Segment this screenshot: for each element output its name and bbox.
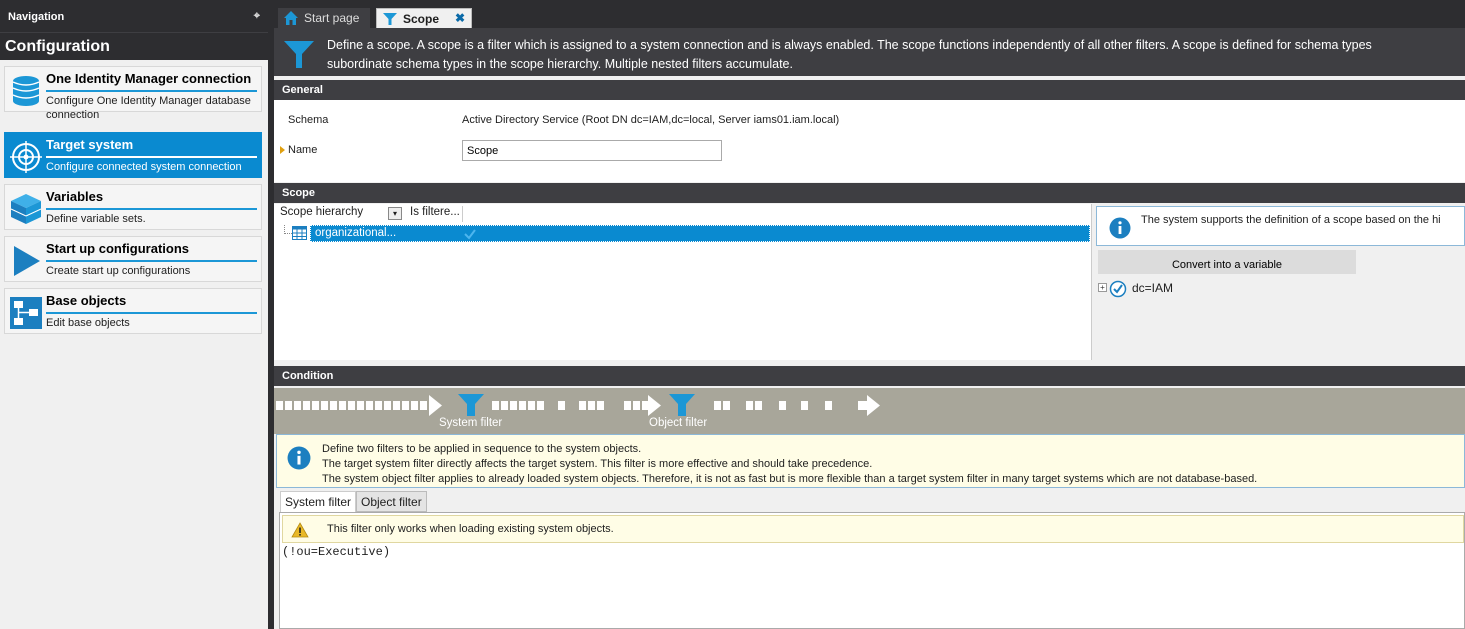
- nav-item-base-objects[interactable]: Base objects Edit base objects: [4, 288, 262, 334]
- nav-item-target-system[interactable]: Target system Configure connected system…: [4, 132, 262, 178]
- warning-box: This filter only works when loading exis…: [282, 515, 1464, 543]
- tab-system-filter[interactable]: System filter: [280, 491, 357, 512]
- nav-item-variables[interactable]: Variables Define variable sets.: [4, 184, 262, 230]
- condition-info-line: The target system filter directly affect…: [322, 458, 873, 470]
- nav-item-start-up-configurations[interactable]: Start up configurations Create start up …: [4, 236, 262, 282]
- nav-item-title: Base objects: [46, 293, 127, 308]
- pin-icon[interactable]: ⌖: [254, 10, 260, 23]
- filter-tabs: System filter Object filter: [274, 490, 1465, 512]
- scope-detail-panel: The system supports the definition of a …: [1094, 204, 1465, 360]
- info-icon: [287, 446, 311, 470]
- description-banner: Define a scope. A scope is a filter whic…: [274, 28, 1465, 76]
- tab-start-page[interactable]: Start page: [278, 8, 370, 28]
- nav-item-title: Variables: [46, 189, 104, 204]
- navigation-title: Configuration: [0, 32, 268, 60]
- convert-into-variable-button[interactable]: Convert into a variable: [1098, 250, 1356, 274]
- nav-item-underline: [46, 208, 257, 210]
- scope-editor: Define a scope. A scope is a filter whic…: [274, 28, 1465, 629]
- database-icon: [12, 76, 40, 106]
- general-section-header: General: [274, 80, 1465, 100]
- navigation-panel: Navigation ⌖ Configuration One Identity …: [0, 0, 268, 629]
- nav-item-underline: [46, 90, 257, 92]
- column-header-is-filtered[interactable]: Is filtere...: [410, 206, 460, 222]
- tree-connector: [284, 225, 292, 234]
- nav-item-description: Edit base objects: [46, 317, 130, 329]
- close-icon[interactable]: ✖: [455, 11, 465, 25]
- nav-item-title: Target system: [46, 137, 134, 152]
- column-header-scope-hierarchy[interactable]: Scope hierarchy: [280, 206, 363, 222]
- scope-section-header: Scope: [274, 183, 1465, 203]
- scope-hierarchy-grid: Scope hierarchy ▾ Is filtere... organiza…: [274, 204, 1092, 360]
- condition-section-header: Condition: [274, 366, 1465, 386]
- info-icon: [1109, 217, 1131, 239]
- general-section: Schema Active Directory Service (Root DN…: [274, 100, 1465, 182]
- warning-icon: [291, 522, 309, 538]
- navigation-header-label: Navigation: [8, 11, 65, 23]
- tab-label: Start page: [304, 11, 360, 25]
- name-input[interactable]: [462, 140, 722, 161]
- tab-object-filter[interactable]: Object filter: [356, 491, 427, 512]
- column-separator: [462, 206, 463, 222]
- tab-scope[interactable]: Scope ✖: [376, 8, 472, 28]
- system-filter-panel: This filter only works when loading exis…: [279, 512, 1465, 629]
- schema-value: Active Directory Service (Root DN dc=IAM…: [462, 114, 840, 126]
- name-label: Name: [288, 144, 318, 156]
- navigation-header: Navigation ⌖: [0, 0, 268, 32]
- tree-item-organizational-unit[interactable]: organizational...: [310, 225, 1090, 242]
- tab-label: Scope: [403, 12, 440, 26]
- play-icon: [14, 246, 40, 276]
- panel-splitter[interactable]: [268, 0, 272, 629]
- nav-item-underline: [46, 260, 257, 262]
- base-objects-icon: [10, 297, 42, 329]
- variables-cube-icon: [10, 194, 42, 224]
- condition-info-line: Define two filters to be applied in sequ…: [322, 443, 642, 455]
- nav-item-underline: [46, 156, 257, 158]
- banner-text: Define a scope. A scope is a filter whic…: [327, 38, 1372, 71]
- schema-label: Schema: [288, 114, 329, 126]
- nav-item-description: Define variable sets.: [46, 213, 146, 225]
- condition-info-line: The system object filter applies to alre…: [322, 473, 1258, 485]
- required-marker-icon: [280, 146, 285, 154]
- system-filter-flow-label: System filter: [439, 417, 503, 429]
- nav-item-description: Configure connected system connection: [46, 161, 242, 173]
- filter-icon: [383, 13, 397, 25]
- tree-item-label: dc=IAM: [1132, 281, 1174, 295]
- condition-info-box: Define two filters to be applied in sequ…: [276, 434, 1465, 488]
- tree-item-label: organizational...: [315, 227, 397, 239]
- object-filter-flow-label: Object filter: [649, 417, 708, 429]
- document-tabstrip: Start page Scope ✖: [272, 0, 1465, 28]
- condition-info-text: Define two filters to be applied in sequ…: [322, 442, 1257, 487]
- filter-flow-diagram: System filter Object filter: [274, 388, 1465, 434]
- checked-circle-icon[interactable]: [1109, 280, 1127, 298]
- nav-item-title: One Identity Manager connection: [46, 71, 252, 86]
- nav-item-description: Create start up configurations: [46, 265, 191, 277]
- warning-text: This filter only works when loading exis…: [327, 523, 614, 535]
- scope-info-box: The system supports the definition of a …: [1096, 206, 1465, 246]
- column-filter-dropdown-icon[interactable]: ▾: [388, 207, 402, 220]
- checkmark-icon: [464, 229, 476, 240]
- nav-item-title: Start up configurations: [46, 241, 189, 256]
- nav-item-underline: [46, 312, 257, 314]
- filter-icon: [284, 41, 314, 68]
- expand-icon[interactable]: +: [1098, 283, 1107, 292]
- nav-item-one-identity-manager-connection[interactable]: One Identity Manager connection Configur…: [4, 66, 262, 121]
- nav-item-description: Configure One Identity Manager database …: [46, 95, 251, 121]
- table-icon: [292, 226, 307, 240]
- scope-info-text: The system supports the definition of a …: [1141, 214, 1441, 226]
- system-filter-editor[interactable]: (!ou=Executive): [282, 545, 390, 559]
- home-icon: [284, 11, 298, 25]
- target-icon: [10, 141, 42, 173]
- app-window: Navigation ⌖ Configuration One Identity …: [0, 0, 1465, 629]
